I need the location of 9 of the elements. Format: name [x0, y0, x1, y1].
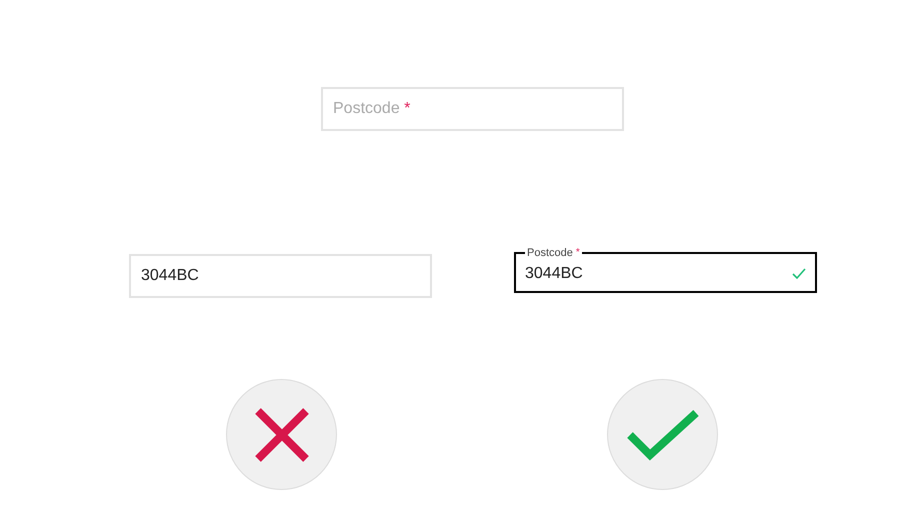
field-label: Postcode *	[333, 99, 410, 119]
check-icon	[626, 408, 698, 460]
input-field[interactable]: 3044BC	[129, 254, 432, 298]
field-label: Postcode *	[526, 247, 581, 259]
field-value: 3044BC	[525, 264, 584, 284]
input-field[interactable]: Postcode * 3044BC	[514, 247, 817, 293]
cross-icon	[254, 406, 310, 462]
field-value: 3044BC	[141, 266, 199, 286]
input-field[interactable]: Postcode *	[321, 87, 624, 131]
